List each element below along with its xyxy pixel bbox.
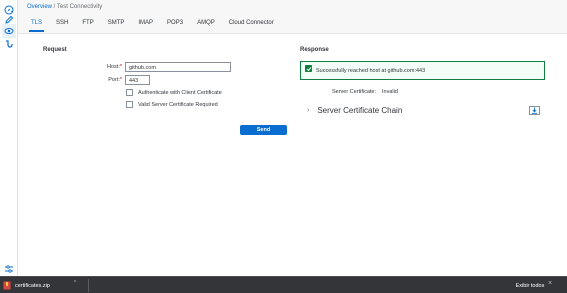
- send-button[interactable]: Send: [240, 125, 287, 135]
- monitor-eye-icon[interactable]: [2, 24, 16, 38]
- response-title: Response: [300, 47, 329, 53]
- request-title: Request: [43, 47, 67, 53]
- tab-ftp[interactable]: FTP: [77, 18, 98, 32]
- port-required-marker: *: [119, 77, 122, 83]
- server-cert-checkbox[interactable]: [126, 101, 133, 108]
- port-label-text: Port:: [108, 77, 120, 83]
- close-download-bar-icon[interactable]: ×: [548, 280, 552, 287]
- protocol-tabs: TLS SSH FTP SMTP IMAP POP3 AMQP Cloud Co…: [26, 18, 283, 32]
- server-cert-label: Valid Server Certificate Required: [138, 102, 218, 108]
- connectivity-icon[interactable]: [2, 37, 16, 51]
- browser-download-bar: certificates.zip ^ Exibir todos ×: [0, 276, 567, 293]
- client-cert-label: Authenticate with Client Certificate: [138, 90, 222, 96]
- left-nav-rail: ▾: [0, 0, 18, 276]
- settings-adjust-icon[interactable]: [2, 262, 16, 276]
- tab-imap[interactable]: IMAP: [133, 18, 158, 32]
- cert-chain-title: Server Certificate Chain: [317, 106, 403, 115]
- breadcrumb: Overview / Test Connectivity: [27, 4, 102, 10]
- download-file-name: certificates.zip: [15, 282, 50, 289]
- tab-tls[interactable]: TLS: [26, 18, 47, 32]
- chevron-right-icon: ›: [307, 107, 310, 114]
- breadcrumb-overview-link[interactable]: Overview: [27, 4, 52, 10]
- tab-ssh[interactable]: SSH: [51, 18, 73, 32]
- client-cert-checkbox[interactable]: [126, 89, 133, 96]
- page-header: Overview / Test Connectivity TLS SSH FTP…: [18, 0, 567, 34]
- success-message-strip: Successfully reached host at github.com:…: [300, 61, 545, 80]
- port-label: Port:*: [78, 77, 122, 83]
- host-required-marker: *: [119, 64, 122, 70]
- download-chain-button[interactable]: [529, 106, 540, 115]
- port-input[interactable]: 443: [125, 75, 150, 85]
- zip-file-icon: [3, 281, 11, 290]
- host-label-text: Host:: [107, 64, 120, 70]
- tab-pop3[interactable]: POP3: [162, 18, 188, 32]
- download-divider: [88, 279, 89, 292]
- host-label: Host:*: [78, 64, 122, 70]
- success-message-text: Successfully reached host at github.com:…: [316, 68, 426, 74]
- show-all-downloads-button[interactable]: Exibir todos: [514, 279, 546, 292]
- breadcrumb-current: Test Connectivity: [56, 4, 103, 10]
- host-input[interactable]: github.com: [125, 62, 231, 72]
- cert-chain-panel-header[interactable]: › Server Certificate Chain: [307, 106, 402, 115]
- download-icon: [532, 107, 537, 114]
- tab-smtp[interactable]: SMTP: [103, 18, 130, 32]
- success-check-icon: [305, 65, 312, 72]
- tab-cloud-connector[interactable]: Cloud Connector: [224, 18, 279, 32]
- download-options-caret-icon[interactable]: ^: [74, 280, 76, 286]
- server-cert-status-label: Server Certificate:: [332, 89, 377, 95]
- server-cert-status-value: Invalid: [382, 89, 398, 95]
- tab-amqp[interactable]: AMQP: [192, 18, 220, 32]
- main-content: Request Host:* github.com Port:* 443 Aut…: [18, 35, 567, 276]
